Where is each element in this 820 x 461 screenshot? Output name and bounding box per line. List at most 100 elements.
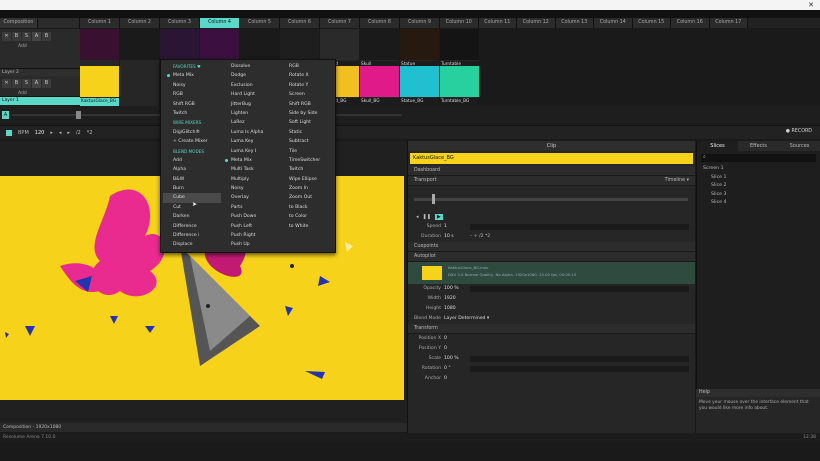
rotation-slider[interactable]	[470, 366, 689, 372]
menu-item[interactable]: Hard Light	[221, 90, 279, 99]
menu-item[interactable]: Subtract	[279, 137, 337, 146]
menu-item[interactable]: Zoom Out	[279, 193, 337, 202]
duration-controls[interactable]: – + /2 *2	[470, 232, 490, 242]
menu-item[interactable]: Screen	[279, 90, 337, 99]
column-header-2[interactable]: Column 2	[120, 18, 160, 28]
menu-item[interactable]: Tile	[279, 147, 337, 156]
cuepoints-section[interactable]: Cuepoints	[408, 242, 695, 252]
opacity-value[interactable]: 100 %	[444, 284, 470, 294]
tab-effects[interactable]: Effects	[738, 141, 779, 151]
duration-value[interactable]: 10 s	[444, 232, 470, 242]
layer-clear-button[interactable]: ✕	[2, 79, 11, 88]
clip-slot[interactable]: Statue_BG	[400, 66, 439, 106]
clip-slot[interactable]: KaktusGlace_BG	[80, 66, 119, 106]
menu-item[interactable]: to Color	[279, 212, 337, 221]
menu-item[interactable]: Luma Is Alpha	[221, 128, 279, 137]
menu-item[interactable]: RGB	[163, 90, 221, 99]
menu-item[interactable]: Multiply	[221, 175, 279, 184]
multiply-button[interactable]: *2	[87, 130, 93, 136]
menu-item[interactable]: Wipe Ellipse	[279, 175, 337, 184]
scale-value[interactable]: 100 %	[444, 354, 470, 364]
column-header-7[interactable]: Column 7	[320, 18, 360, 28]
layer-a-button[interactable]: A	[32, 32, 41, 41]
clip-slot[interactable]: Skull	[360, 29, 399, 69]
column-header-1[interactable]: Column 1	[80, 18, 120, 28]
layer-b-button[interactable]: B	[42, 32, 51, 41]
menu-item[interactable]: Difference	[163, 222, 221, 231]
autopilot-section[interactable]: Autopilot	[408, 252, 695, 262]
menu-item[interactable]: Luma Key	[221, 137, 279, 146]
menu-item[interactable]: Noisy	[163, 81, 221, 90]
menu-item[interactable]: Static	[279, 128, 337, 137]
timeline-playhead[interactable]	[432, 194, 435, 204]
menu-item[interactable]: TimeSwitcher	[279, 156, 337, 165]
menu-item[interactable]: Noisy	[221, 184, 279, 193]
tree-item[interactable]: Slice 1	[703, 174, 820, 183]
tap-tempo-icon[interactable]: ▸	[50, 130, 53, 136]
menu-item[interactable]: Displace	[163, 240, 221, 249]
menu-item[interactable]: Meta Mix	[163, 71, 221, 80]
crossfader-a-button[interactable]: A	[2, 111, 9, 119]
column-header-6[interactable]: Column 6	[280, 18, 320, 28]
menu-item[interactable]: Shift RGB	[279, 100, 337, 109]
clip-name-field[interactable]: KaktusGlace_BG	[410, 153, 693, 164]
layer-add-button[interactable]: Add	[0, 44, 80, 49]
menu-item[interactable]: Luma Key I	[221, 147, 279, 156]
search-input[interactable]: ⌕	[701, 154, 816, 162]
clip-slot[interactable]: Statue	[400, 29, 439, 69]
column-header-17[interactable]: Column 17	[709, 18, 748, 28]
tab-slices[interactable]: Slices	[697, 141, 738, 151]
clip-slot[interactable]: Turntable_BG	[440, 66, 479, 106]
menu-item[interactable]: DigiGlitch®	[163, 128, 221, 137]
menu-item[interactable]: Overlay	[221, 193, 279, 202]
menu-item[interactable]: Zoom In	[279, 184, 337, 193]
column-header-4[interactable]: Column 4	[200, 18, 240, 28]
width-value[interactable]: 1920	[444, 294, 470, 304]
menu-item[interactable]: Alpha	[163, 165, 221, 174]
menu-item[interactable]: Darken	[163, 212, 221, 221]
column-header-10[interactable]: Column 10	[440, 18, 479, 28]
anchor-value[interactable]: 0	[444, 374, 470, 384]
layer-add-button[interactable]: Add	[0, 91, 80, 96]
dashboard-section[interactable]: Dashboard	[408, 166, 695, 176]
column-header-12[interactable]: Column 12	[517, 18, 556, 28]
menu-item[interactable]: Exclusion	[221, 81, 279, 90]
menu-item[interactable]: + Create Mixer	[163, 137, 221, 146]
layer-a-button[interactable]: A	[32, 79, 41, 88]
layer-solo-button[interactable]: S	[22, 79, 31, 88]
menu-item[interactable]: Rotate Y	[279, 81, 337, 90]
menu-item[interactable]: Meta Mix	[221, 156, 279, 165]
height-value[interactable]: 1080	[444, 304, 470, 314]
tree-item[interactable]: Slice 3	[703, 191, 820, 200]
menu-item[interactable]: Twitch	[163, 109, 221, 118]
column-header-16[interactable]: Column 16	[671, 18, 710, 28]
column-header-15[interactable]: Column 15	[632, 18, 671, 28]
tree-item[interactable]: Screen 1	[703, 165, 820, 174]
menu-item[interactable]: Add	[163, 156, 221, 165]
clip-slot[interactable]: Skull_BG	[360, 66, 399, 106]
menu-item[interactable]: JitterBug	[221, 100, 279, 109]
column-header-8[interactable]: Column 8	[360, 18, 400, 28]
column-header-3[interactable]: Column 3	[160, 18, 200, 28]
speed-value[interactable]: 1	[444, 222, 470, 232]
column-header-14[interactable]: Column 14	[594, 18, 633, 28]
layer-b-button[interactable]: B	[42, 79, 51, 88]
timeline-mode-select[interactable]: Timeline ▾	[665, 176, 689, 186]
crossfader-handle[interactable]	[76, 111, 81, 119]
layer-clear-button[interactable]: ✕	[2, 32, 11, 41]
position-y-value[interactable]: 0	[444, 344, 470, 354]
column-header-11[interactable]: Column 11	[478, 18, 517, 28]
layer-bypass-button[interactable]: B	[12, 79, 21, 88]
layer-1-name[interactable]: Layer 1	[0, 97, 80, 105]
play-forward-icon[interactable]: ▶	[434, 214, 443, 220]
column-header-5[interactable]: Column 5	[240, 18, 280, 28]
composition-button[interactable]: Composition	[0, 18, 38, 28]
menu-item[interactable]: to White	[279, 222, 337, 231]
layer-solo-button[interactable]: S	[22, 32, 31, 41]
menu-item[interactable]: B&W	[163, 175, 221, 184]
menu-item[interactable]: Dissolve	[221, 62, 279, 71]
column-header-13[interactable]: Column 13	[555, 18, 594, 28]
menu-item[interactable]: Side by Side	[279, 109, 337, 118]
menu-item[interactable]: Lighten	[221, 109, 279, 118]
menu-item[interactable]: RGB	[279, 62, 337, 71]
